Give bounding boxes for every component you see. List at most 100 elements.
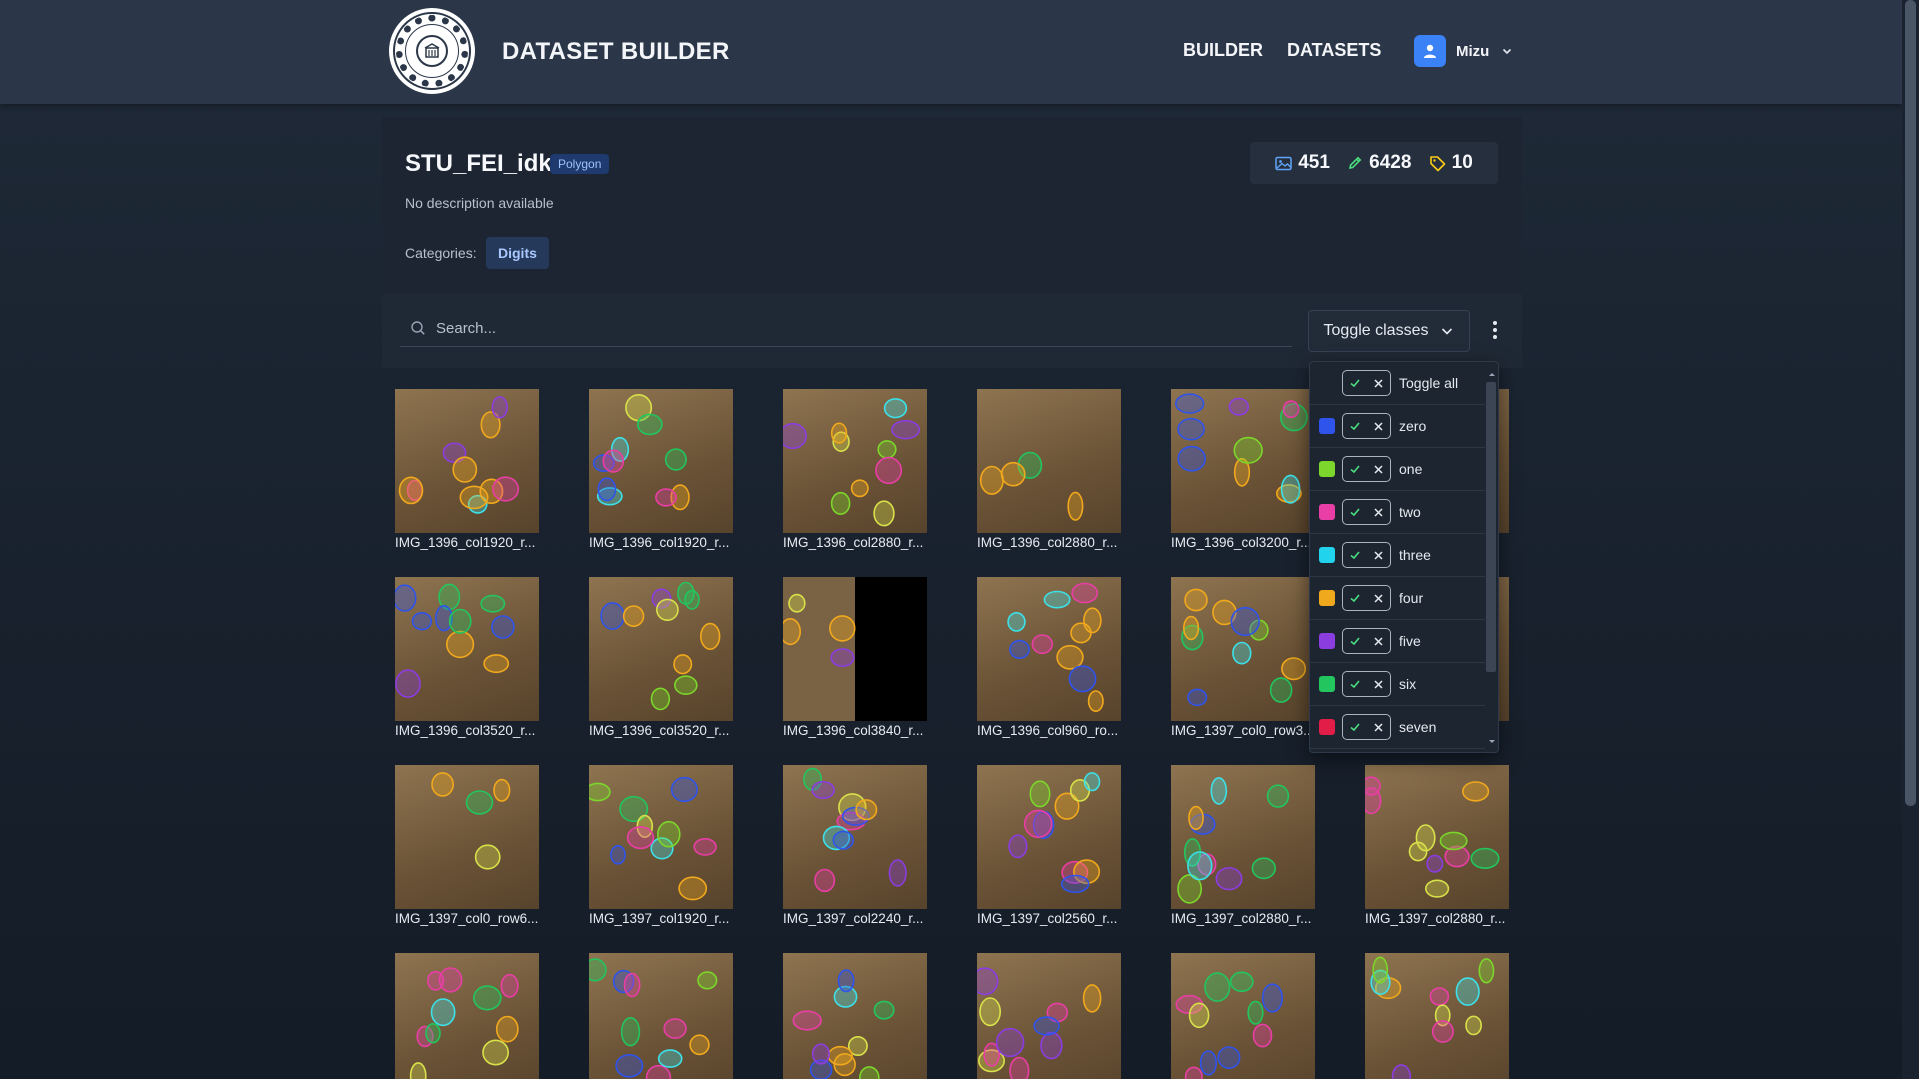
app-logo[interactable] [389,8,475,94]
image-filename: IMG_1397_col2880_r... [1365,911,1506,926]
check-icon[interactable] [1343,543,1367,567]
page-scrollbar-thumb[interactable] [1905,0,1916,806]
close-icon[interactable] [1367,371,1391,395]
show-hide-toggle [1342,499,1391,525]
image-card[interactable]: IMG_1396_col1920_r... [395,389,539,550]
check-icon[interactable] [1343,457,1367,481]
image-card[interactable]: IMG_1397_col2880_r... [1171,765,1315,926]
image-filename: IMG_1397_col0_row3... [1171,723,1315,738]
class-toggle-one: one [1310,448,1485,491]
image-card[interactable]: IMG_1397_col1920_r... [589,765,733,926]
dataset-name: STU_FEI_idk [405,150,552,177]
image-card[interactable]: IMG_1397_col0_row6... [395,765,539,926]
show-hide-toggle [1342,585,1391,611]
dropdown-scrollbar[interactable] [1486,382,1496,672]
image-card[interactable]: IMG_1396_col2880_r... [977,389,1121,550]
image-thumbnail [783,765,927,909]
class-toggle-seven: seven [1310,706,1485,749]
nav-datasets-link[interactable]: DATASETS [1287,40,1381,61]
show-hide-toggle [1342,370,1391,396]
image-card[interactable] [1365,953,1509,1079]
show-hide-toggle [1342,671,1391,697]
user-avatar-icon [1414,35,1446,67]
image-filename: IMG_1396_col3200_r... [1171,535,1312,550]
class-toggle-six: six [1310,663,1485,706]
class-color-swatch [1319,676,1335,692]
top-navbar: DATASET BUILDER BUILDER DATASETS Mizu [0,0,1902,104]
stat-annotations: 6428 [1347,152,1411,174]
image-thumbnail [1171,577,1315,721]
category-chip-digits[interactable]: Digits [486,237,549,269]
toggle-classes-button[interactable]: Toggle classes [1308,310,1470,352]
logo-emblem-icon [416,35,448,67]
toggle-all-row: Toggle all [1310,362,1485,405]
nav-builder-link[interactable]: BUILDER [1183,40,1263,61]
check-icon[interactable] [1343,586,1367,610]
stat-annotations-count: 6428 [1369,152,1412,173]
image-card[interactable]: IMG_1396_col3520_r... [395,577,539,738]
check-icon[interactable] [1343,715,1367,739]
image-card[interactable]: IMG_1397_col2240_r... [783,765,927,926]
image-thumbnail [1365,765,1509,909]
class-label: six [1399,676,1417,692]
categories-label: Categories: [405,245,477,261]
image-card[interactable]: IMG_1397_col2560_r... [977,765,1121,926]
check-icon[interactable] [1343,414,1367,438]
image-card[interactable]: IMG_1396_col3200_r... [1171,389,1315,550]
class-color-swatch [1319,504,1335,520]
more-options-icon[interactable] [1482,310,1508,350]
image-card[interactable]: IMG_1396_col960_ro... [977,577,1121,738]
image-thumbnail [977,953,1121,1079]
close-icon[interactable] [1367,672,1391,696]
check-icon[interactable] [1343,371,1367,395]
image-card[interactable] [977,953,1121,1079]
class-label: three [1399,547,1431,563]
image-thumbnail [395,389,539,533]
close-icon[interactable] [1367,543,1391,567]
class-label: seven [1399,719,1437,735]
image-thumbnail [783,389,927,533]
close-icon[interactable] [1367,500,1391,524]
image-card[interactable]: IMG_1396_col2880_r... [783,389,927,550]
image-card[interactable]: IMG_1396_col3840_r... [783,577,927,738]
class-color-swatch [1319,547,1335,563]
image-thumbnail [977,389,1121,533]
show-hide-toggle [1342,413,1391,439]
close-icon[interactable] [1367,457,1391,481]
close-icon[interactable] [1367,414,1391,438]
image-filename: IMG_1397_col2240_r... [783,911,924,926]
image-card[interactable] [395,953,539,1079]
image-card[interactable] [589,953,733,1079]
image-thumbnail [589,765,733,909]
search-input[interactable] [426,310,1292,346]
close-icon[interactable] [1367,715,1391,739]
chevron-down-icon [1503,48,1512,55]
show-hide-toggle [1342,628,1391,654]
image-card[interactable]: IMG_1397_col0_row3... [1171,577,1315,738]
image-thumbnail [395,577,539,721]
class-label: one [1399,461,1423,477]
check-icon[interactable] [1343,500,1367,524]
class-toggle-five: five [1310,620,1485,663]
close-icon[interactable] [1367,586,1391,610]
image-card[interactable]: IMG_1396_col1920_r... [589,389,733,550]
check-icon[interactable] [1343,672,1367,696]
close-icon[interactable] [1367,629,1391,653]
image-thumbnail [977,577,1121,721]
dataset-stats: 451 6428 10 [1250,142,1498,184]
image-filename: IMG_1396_col1920_r... [589,535,730,550]
image-card[interactable]: IMG_1397_col2880_r... [1365,765,1509,926]
pencil-icon [1349,156,1362,170]
class-color-swatch [1319,719,1335,735]
image-card[interactable] [1171,953,1315,1079]
image-filename: IMG_1396_col2880_r... [977,535,1118,550]
chevron-down-icon [1442,328,1453,335]
image-thumbnail [589,577,733,721]
image-thumbnail [589,953,733,1079]
check-icon[interactable] [1343,629,1367,653]
image-card[interactable]: IMG_1396_col3520_r... [589,577,733,738]
image-card[interactable] [783,953,927,1079]
class-toggle-four: four [1310,577,1485,620]
user-menu[interactable]: Mizu [1414,34,1513,68]
stat-images-count: 451 [1298,152,1330,173]
